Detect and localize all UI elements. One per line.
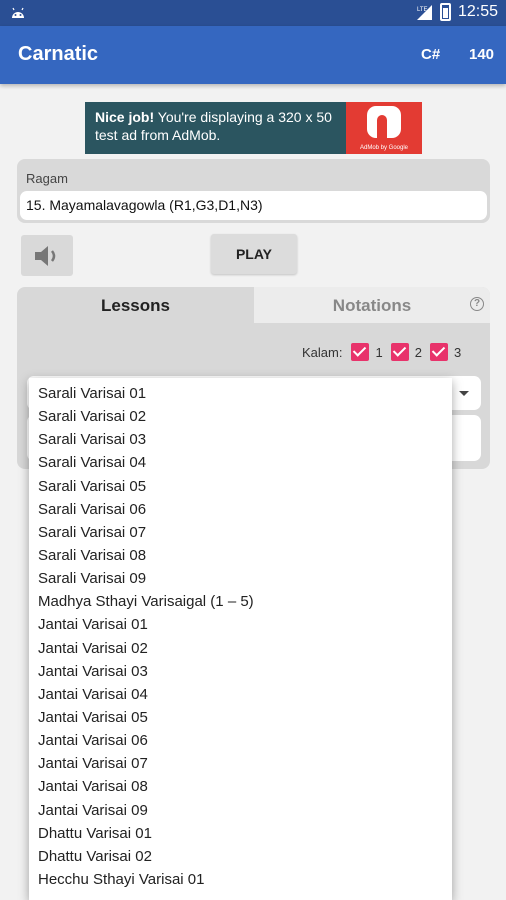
kalam-option-label: 1 bbox=[375, 344, 383, 360]
list-item[interactable]: Hecchu Sthayi Varisai 01 bbox=[29, 868, 452, 891]
list-item[interactable]: Sarali Varisai 08 bbox=[29, 544, 452, 567]
kalam-options: Kalam: 1 2 3 bbox=[302, 343, 469, 361]
app-bar: Carnatic C# 140 bbox=[0, 26, 506, 84]
kalam-checkbox-2[interactable] bbox=[390, 343, 409, 361]
list-item[interactable]: Sarali Varisai 07 bbox=[29, 521, 452, 544]
kalam-checkbox-1[interactable] bbox=[351, 343, 370, 361]
list-item[interactable]: Sarali Varisai 09 bbox=[29, 567, 452, 590]
kalam-option-label: 2 bbox=[414, 344, 422, 360]
list-item[interactable]: Jantai Varisai 04 bbox=[29, 683, 452, 706]
ragam-field[interactable]: 15. Mayamalavagowla (R1,G3,D1,N3) bbox=[20, 191, 487, 220]
ad-text: Nice job! You're displaying a 320 x 50 t… bbox=[85, 102, 346, 154]
list-item[interactable]: Jantai Varisai 06 bbox=[29, 729, 452, 752]
status-bar: LTE 12:55 bbox=[0, 0, 506, 26]
list-item[interactable]: Jantai Varisai 01 bbox=[29, 613, 452, 636]
ragam-card: Ragam 15. Mayamalavagowla (R1,G3,D1,N3) bbox=[17, 159, 490, 223]
speaker-button[interactable] bbox=[21, 235, 73, 276]
ad-logo-caption: AdMob by Google bbox=[359, 145, 409, 151]
lesson-dropdown-list[interactable]: Sarali Varisai 01 Sarali Varisai 02 Sara… bbox=[29, 378, 452, 900]
ad-banner[interactable]: Nice job! You're displaying a 320 x 50 t… bbox=[85, 102, 422, 154]
list-item[interactable]: Dhattu Varisai 02 bbox=[29, 845, 452, 868]
list-item[interactable]: Jantai Varisai 08 bbox=[29, 775, 452, 798]
list-item[interactable]: Madhya Sthayi Varisaigal (1 – 5) bbox=[29, 590, 452, 613]
admob-logo-icon: AdMob by Google bbox=[346, 102, 422, 154]
svg-text:LTE: LTE bbox=[417, 7, 428, 13]
key-selector[interactable]: C# bbox=[421, 46, 440, 63]
battery-icon bbox=[439, 3, 451, 21]
tempo-selector[interactable]: 140 bbox=[469, 46, 494, 63]
list-item[interactable]: Dhattu Varisai 01 bbox=[29, 822, 452, 845]
list-item[interactable]: Sarali Varisai 05 bbox=[29, 475, 452, 498]
list-item[interactable]: Sarali Varisai 03 bbox=[29, 428, 452, 451]
list-item[interactable]: Jantai Varisai 07 bbox=[29, 752, 452, 775]
list-item[interactable]: Jantai Varisai 03 bbox=[29, 660, 452, 683]
list-item[interactable]: Jantai Varisai 05 bbox=[29, 706, 452, 729]
kalam-label: Kalam: bbox=[302, 344, 343, 360]
tab-lessons[interactable]: Lessons bbox=[17, 287, 254, 323]
list-item[interactable]: Sarali Varisai 02 bbox=[29, 405, 452, 428]
kalam-checkbox-3[interactable] bbox=[429, 343, 448, 361]
list-item[interactable]: Sarali Varisai 01 bbox=[29, 382, 452, 405]
list-item[interactable]: Sarali Varisai 06 bbox=[29, 498, 452, 521]
list-item[interactable]: Sarali Varisai 04 bbox=[29, 451, 452, 474]
dropdown-arrow-icon[interactable] bbox=[459, 391, 469, 396]
android-icon bbox=[12, 7, 24, 18]
list-item[interactable]: Jantai Varisai 09 bbox=[29, 799, 452, 822]
ad-headline: Nice job! bbox=[95, 109, 155, 125]
ragam-label: Ragam bbox=[26, 171, 68, 186]
tab-notations[interactable]: Notations bbox=[254, 287, 490, 323]
speaker-icon bbox=[35, 246, 56, 266]
kalam-option-label: 3 bbox=[453, 344, 462, 360]
play-button[interactable]: PLAY bbox=[211, 234, 297, 274]
status-time: 12:55 bbox=[457, 3, 498, 20]
help-icon[interactable]: ? bbox=[470, 297, 484, 311]
signal-icon: LTE bbox=[416, 5, 432, 20]
app-title: Carnatic bbox=[18, 43, 99, 65]
list-item[interactable]: Jantai Varisai 02 bbox=[29, 637, 452, 660]
